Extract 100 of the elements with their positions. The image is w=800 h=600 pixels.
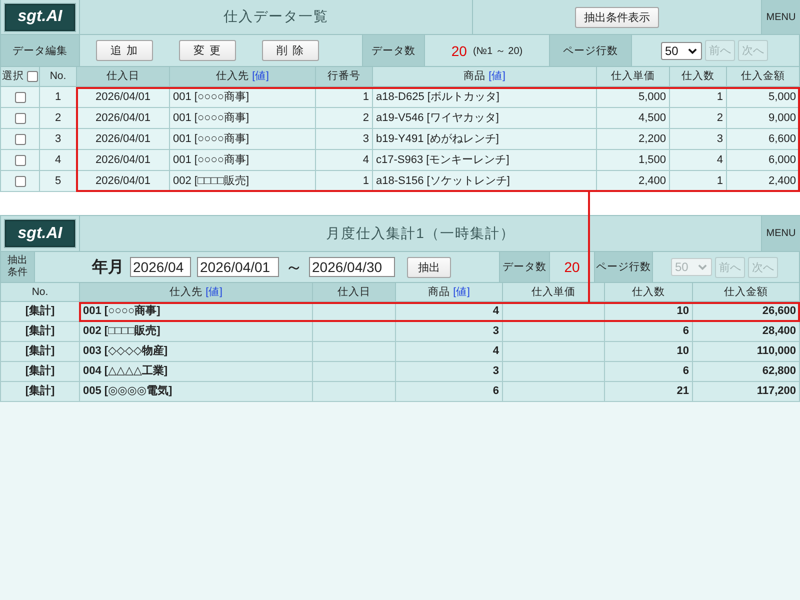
table-cell: [集計] <box>0 362 80 382</box>
column-header: 仕入金額 <box>693 283 800 302</box>
action-button[interactable]: 追 加 <box>96 40 153 61</box>
filter-label: 抽出条件 <box>1 252 35 282</box>
record-range: (№1 ～ 20) <box>472 44 523 58</box>
extract-button[interactable]: 抽出 <box>407 256 451 278</box>
table-cell: [集計] <box>0 322 80 342</box>
row-checkbox[interactable] <box>14 154 26 166</box>
table-cell: 2 <box>670 108 727 129</box>
table-cell: 1,500 <box>597 150 670 171</box>
range-separator: ～ <box>285 256 303 279</box>
row-checkbox[interactable] <box>14 92 26 102</box>
date-to-input[interactable]: 2026/04/30 <box>309 257 395 277</box>
table-cell: 110,000 <box>693 342 800 362</box>
table-cell: 117,200 <box>693 382 800 402</box>
select-all-checkbox[interactable] <box>27 71 38 82</box>
table-cell: 2026/04/01 <box>77 171 170 192</box>
section-label: データ編集 <box>1 35 80 66</box>
table-cell: 2026/04/01 <box>77 150 170 171</box>
table-cell: 6 <box>605 322 693 342</box>
table-cell: c17-S963 [モンキーレンチ] <box>373 150 597 171</box>
table-cell: 28,400 <box>693 322 800 342</box>
table-cell: 001 [○○○○商事] <box>170 87 316 108</box>
record-count: 20 <box>564 259 580 275</box>
column-header: 仕入単価 <box>503 283 605 302</box>
table-cell: 10 <box>605 342 693 362</box>
column-header: 仕入日 <box>77 67 170 87</box>
value-link[interactable]: [値] <box>206 286 222 298</box>
column-header: No. <box>40 67 77 87</box>
table-cell: 6,600 <box>727 129 800 150</box>
table-cell: 2,400 <box>597 171 670 192</box>
table-cell: a18-D625 [ボルトカッタ] <box>373 87 597 108</box>
table-cell: 002 [□□□□販売] <box>80 322 313 342</box>
table-cell: 3 <box>396 362 503 382</box>
table-cell: 001 [○○○○商事] <box>170 108 316 129</box>
record-count: 20 <box>451 42 467 58</box>
count-label: データ数 <box>500 252 550 282</box>
table-cell: 9,000 <box>727 108 800 129</box>
logo: sgt.AI <box>5 4 75 30</box>
column-header: 仕入数 <box>670 67 727 87</box>
table-cell: 6 <box>396 382 503 402</box>
table-cell: 004 [△△△△工業] <box>80 362 313 382</box>
table-cell: 1 <box>670 171 727 192</box>
table-cell: 4 <box>40 150 77 171</box>
show-filter-button[interactable]: 抽出条件表示 <box>575 6 659 28</box>
month-label: 年月 <box>92 258 124 278</box>
table-cell: 4 <box>396 342 503 362</box>
column-header: 仕入単価 <box>597 67 670 87</box>
page-rows-label: ページ行数 <box>550 35 632 66</box>
action-button[interactable]: 削 除 <box>262 40 319 61</box>
table-cell: [集計] <box>0 302 80 322</box>
table-cell: a19-V546 [ワイヤカッタ] <box>373 108 597 129</box>
table-cell: 3 <box>316 129 373 150</box>
action-button[interactable]: 変 更 <box>179 40 236 61</box>
month-input[interactable]: 2026/04 <box>130 257 191 277</box>
column-header: 仕入数 <box>605 283 693 302</box>
table-cell: 4 <box>670 150 727 171</box>
column-label: 仕入先 <box>170 286 203 298</box>
value-link[interactable]: [値] <box>252 70 269 83</box>
table-cell: 62,800 <box>693 362 800 382</box>
table-cell: 2,200 <box>597 129 670 150</box>
column-label: 選択 <box>2 70 24 83</box>
page-title: 月度仕入集計1（一時集計） <box>326 224 515 242</box>
table-cell: 5,000 <box>597 87 670 108</box>
table-cell: 2026/04/01 <box>77 87 170 108</box>
table-cell: 002 [□□□□販売] <box>170 171 316 192</box>
table-cell: 005 [◎◎◎◎電気] <box>80 382 313 402</box>
table-cell: 001 [○○○○商事] <box>170 129 316 150</box>
page-title: 仕入データ一覧 <box>224 8 328 26</box>
table-cell: 6,000 <box>727 150 800 171</box>
table-cell: b19-Y491 [めがねレンチ] <box>373 129 597 150</box>
table-cell: 3 <box>396 322 503 342</box>
row-checkbox[interactable] <box>14 176 26 186</box>
column-header: 仕入金額 <box>727 67 800 87</box>
table-cell: 1 <box>316 87 373 108</box>
date-from-input[interactable]: 2026/04/01 <box>197 257 279 277</box>
table-cell: 1 <box>316 171 373 192</box>
table-cell: 2 <box>40 108 77 129</box>
table-cell: 5 <box>40 171 77 192</box>
value-link[interactable]: [値] <box>488 70 506 83</box>
table-cell: 2026/04/01 <box>77 108 170 129</box>
table-cell: 001 [○○○○商事] <box>170 150 316 171</box>
menu-button[interactable]: MENU <box>762 0 800 34</box>
row-checkbox[interactable] <box>14 134 26 144</box>
table-cell: 1 <box>670 87 727 108</box>
table-cell: a18-S156 [ソケットレンチ] <box>373 171 597 192</box>
column-label: 仕入先 <box>216 70 250 83</box>
menu-button[interactable]: MENU <box>762 216 800 251</box>
row-checkbox[interactable] <box>14 112 26 124</box>
value-link[interactable]: [値] <box>453 286 470 298</box>
column-header: 仕入日 <box>313 283 396 302</box>
page-rows-label: ページ行数 <box>595 252 653 282</box>
table-cell: 4,500 <box>597 108 670 129</box>
table-cell: [集計] <box>0 382 80 402</box>
column-header: No. <box>0 283 80 302</box>
table-cell: 21 <box>605 382 693 402</box>
count-label: データ数 <box>363 35 425 66</box>
table-cell: 1 <box>40 87 77 108</box>
page-rows-select[interactable]: 50 <box>661 42 702 60</box>
table-cell: [集計] <box>0 342 80 362</box>
